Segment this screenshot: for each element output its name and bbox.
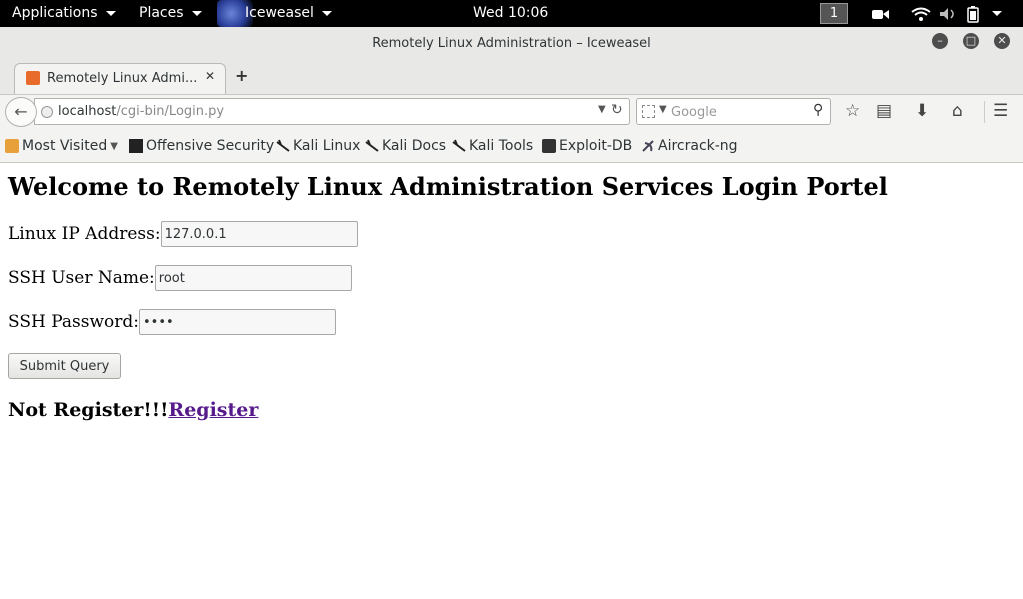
places-menu[interactable]: Places	[139, 0, 202, 27]
aircrack-icon	[641, 139, 655, 153]
ssh-username-label: SSH User Name:	[8, 268, 155, 288]
tab-remotely-linux-administration[interactable]: Remotely Linux Admi... ✕	[14, 63, 226, 94]
volume-icon	[940, 7, 954, 20]
new-tab-icon[interactable]: +	[235, 66, 248, 85]
system-tray[interactable]	[870, 0, 1002, 27]
maximize-icon[interactable]: □	[963, 33, 979, 49]
minimize-icon[interactable]: –	[932, 33, 948, 49]
chevron-down-icon: ▼	[110, 140, 118, 152]
bookmark-star-icon[interactable]: ☆	[845, 101, 860, 121]
url-path: /cgi-bin/Login.py	[116, 104, 225, 119]
bookmark-most-visited[interactable]: Most Visited ▼	[5, 138, 118, 154]
ip-row: Linux IP Address:	[8, 221, 358, 247]
register-prompt: Not Register!!!Register	[8, 399, 258, 421]
url-text[interactable]: localhost/cgi-bin/Login.py	[58, 104, 224, 119]
bookmark-label: Offensive Security	[146, 138, 275, 154]
chevron-down-icon	[992, 11, 1002, 16]
password-row: SSH Password:	[8, 309, 337, 335]
submit-query-button[interactable]: Submit Query	[8, 353, 121, 379]
app-menu-label: Iceweasel	[245, 5, 314, 21]
bookmark-kali-docs[interactable]: Kali Docs	[365, 138, 446, 154]
ssh-password-input[interactable]	[139, 309, 337, 335]
username-row: SSH User Name:	[8, 265, 352, 291]
url-host: localhost	[58, 104, 117, 119]
ssh-password-label: SSH Password:	[8, 312, 140, 332]
offsec-icon	[129, 139, 143, 153]
clock[interactable]: Wed 10:06	[473, 0, 548, 27]
tab-close-icon[interactable]: ✕	[205, 69, 215, 83]
page-content: Welcome to Remotely Linux Administration…	[0, 163, 1023, 599]
not-registered-text: Not Register!!!	[8, 399, 169, 421]
downloads-icon[interactable]: ⬇	[915, 101, 929, 121]
ssh-username-input[interactable]	[154, 265, 352, 291]
back-arrow-icon: ←	[14, 102, 28, 121]
page-heading: Welcome to Remotely Linux Administration…	[8, 172, 888, 201]
wifi-icon	[911, 7, 931, 21]
applications-menu[interactable]: Applications	[12, 0, 116, 27]
bookmark-label: Kali Docs	[382, 138, 447, 154]
bookmark-label: Kali Tools	[469, 138, 534, 154]
bookmark-exploit-db[interactable]: Exploit-DB	[542, 138, 632, 154]
back-button[interactable]: ←	[5, 97, 37, 127]
ip-address-input[interactable]	[160, 221, 358, 247]
bookmark-offensive-security[interactable]: Offensive Security	[129, 138, 274, 154]
applications-menu-label: Applications	[12, 5, 98, 21]
video-camera-icon	[872, 9, 889, 19]
window-title: Remotely Linux Administration – Icewease…	[372, 36, 651, 51]
folder-icon	[5, 139, 19, 153]
bookmark-kali-linux[interactable]: Kali Linux	[276, 138, 360, 154]
exploitdb-icon	[542, 139, 556, 153]
places-menu-label: Places	[139, 5, 184, 21]
kali-dragon-icon	[365, 139, 379, 153]
home-icon[interactable]: ⌂	[952, 101, 963, 121]
bookmark-label: Aircrack-ng	[658, 138, 738, 154]
url-bar[interactable]: localhost/cgi-bin/Login.py ▼ ↻	[34, 98, 630, 125]
register-link[interactable]: Register	[168, 399, 258, 421]
toolbar-separator	[984, 101, 985, 123]
close-icon[interactable]: ✕	[994, 33, 1010, 49]
search-engine-dropdown-icon[interactable]: ▼	[659, 104, 667, 115]
tab-strip: Remotely Linux Admi... ✕ +	[0, 62, 1023, 94]
kali-dragon-icon	[452, 139, 466, 153]
bookmark-aircrack-ng[interactable]: Aircrack-ng	[641, 138, 738, 154]
menu-icon[interactable]: ☰	[993, 101, 1008, 121]
ip-label: Linux IP Address:	[8, 224, 161, 244]
bookmarks-toolbar: Most Visited ▼ Offensive Security Kali L…	[0, 128, 1023, 163]
reload-icon[interactable]: ↻	[611, 102, 623, 118]
chevron-down-icon	[321, 11, 332, 16]
tab-title: Remotely Linux Admi...	[47, 71, 198, 86]
kali-dragon-icon	[276, 139, 290, 153]
workspace-indicator[interactable]: 1	[820, 3, 848, 24]
bookmark-label: Kali Linux	[293, 138, 361, 154]
battery-icon	[967, 5, 979, 23]
chevron-down-icon	[191, 11, 202, 16]
xampp-favicon-icon	[26, 71, 40, 85]
search-bar[interactable]: ▼ ⚲	[636, 98, 831, 125]
search-icon[interactable]: ⚲	[813, 102, 823, 118]
search-input[interactable]	[671, 103, 806, 121]
app-menu[interactable]: Iceweasel	[217, 0, 332, 27]
history-dropdown-icon[interactable]: ▼	[598, 104, 606, 115]
bookmark-label: Most Visited	[22, 138, 108, 154]
bookmark-label: Exploit-DB	[559, 138, 633, 154]
window-titlebar[interactable]: Remotely Linux Administration – Icewease…	[0, 27, 1023, 62]
globe-icon	[41, 106, 53, 118]
bookmark-kali-tools[interactable]: Kali Tools	[452, 138, 533, 154]
gnome-top-bar: Applications Places Iceweasel Wed 10:06 …	[0, 0, 1023, 27]
reading-list-icon[interactable]: ▤	[876, 101, 892, 121]
chevron-down-icon	[105, 11, 116, 16]
navigation-toolbar: localhost/cgi-bin/Login.py ▼ ↻ ← ▼ ⚲ ☆ ▤…	[0, 94, 1023, 128]
search-engine-icon[interactable]	[642, 105, 655, 118]
